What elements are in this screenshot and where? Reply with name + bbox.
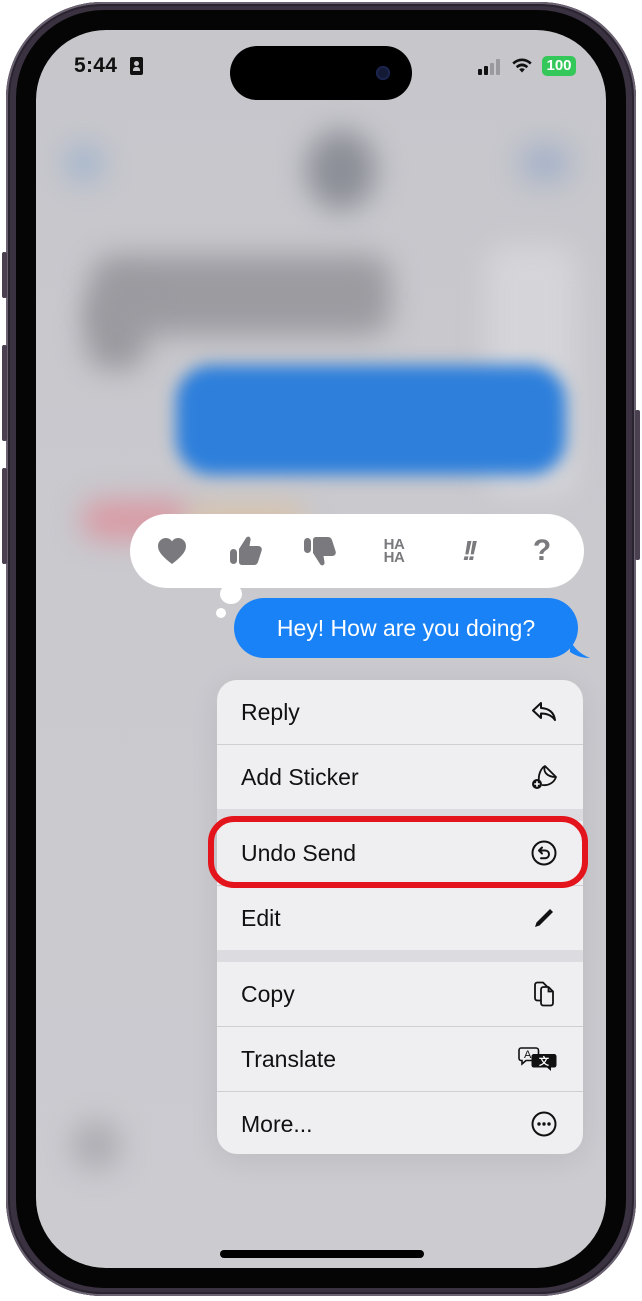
power-button bbox=[635, 410, 640, 560]
menu-item-more[interactable]: More... bbox=[217, 1092, 583, 1154]
menu-group-divider bbox=[217, 950, 583, 962]
menu-item-label: Add Sticker bbox=[241, 763, 359, 790]
status-time: 5:44 bbox=[74, 54, 118, 77]
undo-send-icon bbox=[529, 838, 559, 868]
message-context-menu: Reply Add Sticker Undo Send Edit Copy Tr… bbox=[217, 680, 583, 1154]
blurred-back-button bbox=[66, 145, 102, 181]
pencil-icon bbox=[529, 903, 559, 933]
menu-item-translate[interactable]: Translate A 文 bbox=[217, 1027, 583, 1091]
reaction-heart[interactable] bbox=[152, 531, 192, 571]
battery-icon: 100 bbox=[542, 56, 576, 76]
menu-item-undo-send[interactable]: Undo Send bbox=[217, 821, 583, 885]
reaction-question[interactable]: ? bbox=[522, 531, 562, 571]
home-indicator[interactable] bbox=[220, 1250, 424, 1258]
volume-down-button bbox=[2, 468, 7, 564]
reaction-haha[interactable]: HA HA bbox=[374, 531, 414, 571]
reply-arrow-icon bbox=[529, 697, 559, 727]
blurred-compose-button bbox=[71, 1120, 121, 1170]
menu-item-add-sticker[interactable]: Add Sticker bbox=[217, 745, 583, 809]
svg-text:文: 文 bbox=[539, 1055, 550, 1068]
tapback-bar-tail-dot bbox=[216, 608, 226, 618]
menu-item-edit[interactable]: Edit bbox=[217, 886, 583, 950]
blurred-contact-avatar bbox=[306, 130, 376, 210]
copy-documents-icon bbox=[529, 979, 559, 1009]
message-bubble-tail bbox=[570, 640, 590, 658]
action-button bbox=[2, 252, 7, 298]
menu-group-divider bbox=[217, 809, 583, 821]
double-exclamation-icon: !! bbox=[462, 535, 478, 566]
thumbs-down-icon bbox=[304, 537, 336, 566]
reaction-thumbs-up[interactable] bbox=[226, 531, 266, 571]
blurred-sent-message bbox=[176, 365, 566, 475]
question-mark-icon: ? bbox=[532, 534, 552, 567]
blurred-received-message-tail bbox=[86, 290, 146, 370]
screen: 5:44 100 HA HA !! ? Hey! How are you doi… bbox=[36, 30, 606, 1268]
reaction-thumbs-down[interactable] bbox=[300, 531, 340, 571]
menu-item-label: Undo Send bbox=[241, 839, 357, 866]
more-ellipsis-icon bbox=[529, 1109, 559, 1139]
blurred-video-button bbox=[521, 145, 569, 181]
dynamic-island bbox=[230, 46, 412, 100]
tapback-bar: HA HA !! ? bbox=[130, 514, 584, 588]
menu-item-reply[interactable]: Reply bbox=[217, 680, 583, 744]
menu-item-label: Reply bbox=[241, 698, 300, 725]
menu-item-label: Translate bbox=[241, 1045, 337, 1072]
reaction-emphasize[interactable]: !! bbox=[448, 531, 488, 571]
menu-item-label: More... bbox=[241, 1110, 313, 1137]
contact-card-icon bbox=[130, 57, 143, 75]
cellular-signal-icon bbox=[478, 59, 504, 75]
menu-item-copy[interactable]: Copy bbox=[217, 962, 583, 1026]
wifi-icon bbox=[512, 58, 532, 73]
svg-text:A: A bbox=[524, 1049, 532, 1061]
tapback-bar-tail bbox=[220, 584, 242, 604]
volume-up-button bbox=[2, 345, 7, 441]
add-sticker-icon bbox=[529, 762, 559, 792]
thumbs-up-icon bbox=[230, 536, 262, 565]
haha-icon: HA HA bbox=[383, 537, 405, 566]
menu-item-label: Edit bbox=[241, 904, 281, 931]
message-text: Hey! How are you doing? bbox=[276, 614, 536, 641]
selected-message-bubble[interactable]: Hey! How are you doing? bbox=[234, 598, 578, 658]
front-camera bbox=[376, 66, 390, 80]
translate-icon: A 文 bbox=[517, 1044, 559, 1074]
menu-item-label: Copy bbox=[241, 980, 295, 1007]
haha-label-bottom: HA bbox=[383, 549, 405, 566]
heart-icon bbox=[158, 538, 186, 564]
